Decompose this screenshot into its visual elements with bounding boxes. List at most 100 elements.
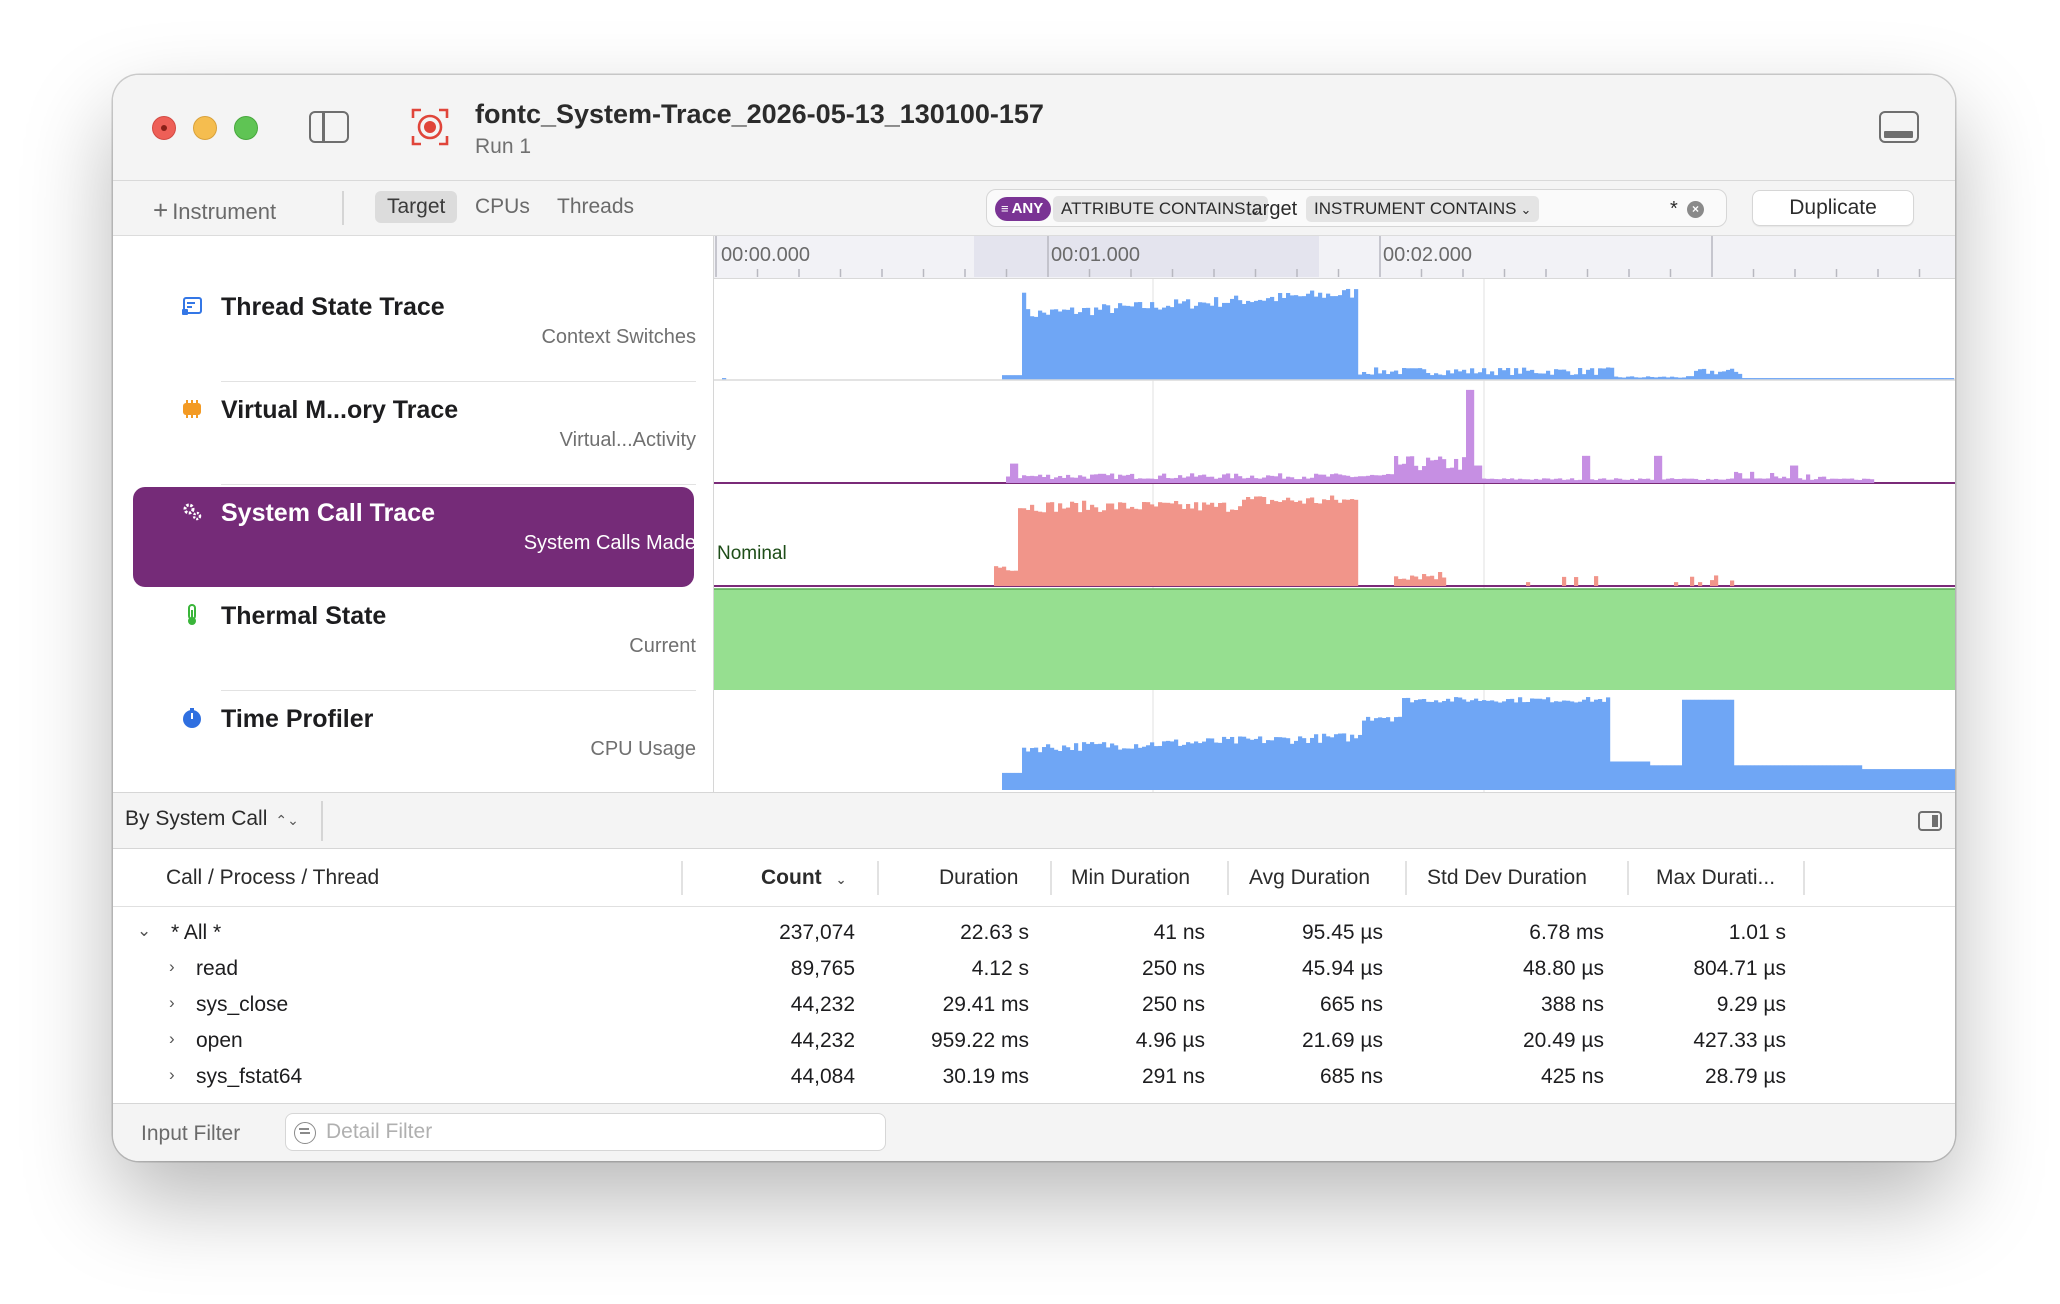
activity-bar: [1574, 577, 1579, 586]
activity-bar: [1554, 369, 1559, 380]
activity-bar: [1246, 300, 1251, 380]
activity-bar: [1338, 295, 1343, 380]
detail-area-toggle-icon[interactable]: [1879, 111, 1919, 143]
activity-bar: [1266, 740, 1271, 790]
activity-bar: [1162, 307, 1167, 380]
track-graph-canvas[interactable]: [714, 279, 1955, 792]
inspector-toggle-icon[interactable]: [1918, 811, 1942, 831]
activity-bar: [1626, 761, 1631, 790]
detail-filter-field[interactable]: [285, 1113, 886, 1151]
activity-bar: [1042, 477, 1047, 483]
minimize-button[interactable]: [193, 116, 217, 140]
sidebar-toggle-icon[interactable]: [309, 111, 349, 143]
tab-target[interactable]: Target: [375, 191, 458, 223]
stopwatch-icon: [183, 708, 201, 728]
attribute-contains-token[interactable]: ATTRIBUTE CONTAINS ⌄: [1053, 196, 1269, 222]
activity-bar: [1386, 717, 1391, 790]
column-count[interactable]: Count ⌄: [761, 866, 847, 890]
activity-bar: [1458, 371, 1463, 380]
activity-bar: [1046, 314, 1051, 380]
column-duration[interactable]: Duration: [939, 866, 1018, 890]
column-avg-duration[interactable]: Avg Duration: [1249, 866, 1370, 890]
column-max-duration[interactable]: Max Durati...: [1656, 866, 1775, 890]
tab-cpus[interactable]: CPUs: [463, 191, 542, 223]
track-thermal-state[interactable]: Thermal State Current: [113, 588, 714, 691]
activity-bar: [1530, 479, 1535, 483]
column-divider: [1050, 861, 1052, 895]
tab-threads[interactable]: Threads: [545, 191, 646, 223]
column-divider: [1227, 861, 1229, 895]
activity-bar: [1906, 769, 1911, 790]
track-thread-state-trace[interactable]: Thread State Trace Context Switches: [113, 279, 714, 382]
disclosure-collapsed-icon[interactable]: ›: [169, 1065, 175, 1085]
record-icon[interactable]: [410, 107, 450, 147]
track-filter-bar[interactable]: ≡ ANY ATTRIBUTE CONTAINS ⌄ target INSTRUME…: [986, 189, 1727, 227]
table-row-sys-close[interactable]: › sys_close 44,232 29.41 ms 250 ns 665 n…: [113, 987, 1955, 1023]
any-filter-pill[interactable]: ≡ ANY: [995, 197, 1052, 221]
activity-bar: [1182, 508, 1187, 586]
activity-bar: [1506, 367, 1511, 380]
activity-bar: [1150, 742, 1155, 790]
activity-bar: [1118, 303, 1123, 380]
activity-bar: [1042, 747, 1047, 790]
table-row-all[interactable]: ⌄ * All * 237,074 22.63 s 41 ns 95.45 µs…: [113, 915, 1955, 951]
activity-bar: [1486, 478, 1491, 483]
table-row-sys-fstat64[interactable]: › sys_fstat64 44,084 30.19 ms 291 ns 685…: [113, 1059, 1955, 1095]
activity-bar: [1138, 747, 1143, 790]
activity-bar: [1150, 478, 1155, 483]
activity-bar: [1226, 302, 1231, 380]
activity-bar: [1034, 476, 1039, 483]
activity-bar: [1194, 476, 1199, 483]
activity-bar: [1566, 371, 1571, 380]
track-virtual-memory-trace[interactable]: Virtual M...ory Trace Virtual...Activity: [113, 382, 714, 485]
activity-bar: [1690, 576, 1695, 586]
activity-bar: [1570, 478, 1575, 483]
activity-bar: [1338, 733, 1343, 790]
activity-bar: [1422, 466, 1427, 483]
detail-filter-input[interactable]: [326, 1118, 866, 1146]
activity-bar: [1706, 373, 1711, 380]
column-divider: [1405, 861, 1407, 895]
activity-bar: [1110, 503, 1115, 586]
duplicate-button[interactable]: Duplicate: [1752, 190, 1914, 226]
title-bar: fontc_System-Trace_2026-05-13_130100-157…: [113, 75, 1955, 181]
activity-bar: [1674, 765, 1679, 790]
close-button[interactable]: [152, 116, 176, 140]
column-call-process-thread[interactable]: Call / Process / Thread: [166, 866, 379, 890]
track-system-call-trace[interactable]: System Call Trace System Calls Made: [113, 485, 714, 588]
table-row-read[interactable]: › read 89,765 4.12 s 250 ns 45.94 µs 48.…: [113, 951, 1955, 987]
activity-bar: [1902, 769, 1907, 790]
row-count: 44,084: [790, 1065, 855, 1088]
activity-bar: [1318, 474, 1323, 483]
activity-bar: [1746, 478, 1751, 483]
disclosure-expanded-icon[interactable]: ⌄: [137, 921, 151, 941]
attribute-value[interactable]: target: [1246, 196, 1297, 222]
track-graphs[interactable]: Nominal: [714, 279, 1955, 792]
column-min-duration[interactable]: Min Duration: [1071, 866, 1190, 890]
add-instrument-button[interactable]: + Instrument: [153, 195, 276, 226]
instrument-value[interactable]: *: [1670, 196, 1678, 222]
activity-bar: [1050, 747, 1055, 790]
clear-filter-icon[interactable]: ×: [1687, 201, 1704, 218]
timeline-ruler[interactable]: 00:00.000 00:01.000 00:02.000: [714, 236, 1955, 279]
disclosure-collapsed-icon[interactable]: ›: [169, 1029, 175, 1049]
activity-bar: [1014, 570, 1019, 586]
activity-bar: [1198, 302, 1203, 380]
input-filter-label[interactable]: Input Filter: [141, 1122, 240, 1146]
activity-bar: [1038, 511, 1043, 586]
activity-bar: [1190, 743, 1195, 790]
table-row-open[interactable]: › open 44,232 959.22 ms 4.96 µs 21.69 µs…: [113, 1023, 1955, 1059]
track-time-profiler[interactable]: Time Profiler CPU Usage: [113, 691, 714, 794]
disclosure-collapsed-icon[interactable]: ›: [169, 957, 175, 977]
activity-bar: [1638, 478, 1643, 483]
activity-bar: [1630, 478, 1635, 483]
activity-bar: [1466, 701, 1471, 790]
activity-bar: [1118, 474, 1123, 483]
row-std-dev-duration: 425 ns: [1540, 1065, 1604, 1088]
zoom-button[interactable]: [234, 116, 258, 140]
column-std-dev-duration[interactable]: Std Dev Duration: [1427, 866, 1587, 890]
view-selector[interactable]: By System Call ⌃⌄: [125, 807, 299, 831]
instrument-contains-token[interactable]: INSTRUMENT CONTAINS ⌄: [1306, 196, 1540, 222]
disclosure-collapsed-icon[interactable]: ›: [169, 993, 175, 1013]
activity-bar: [1134, 302, 1139, 380]
